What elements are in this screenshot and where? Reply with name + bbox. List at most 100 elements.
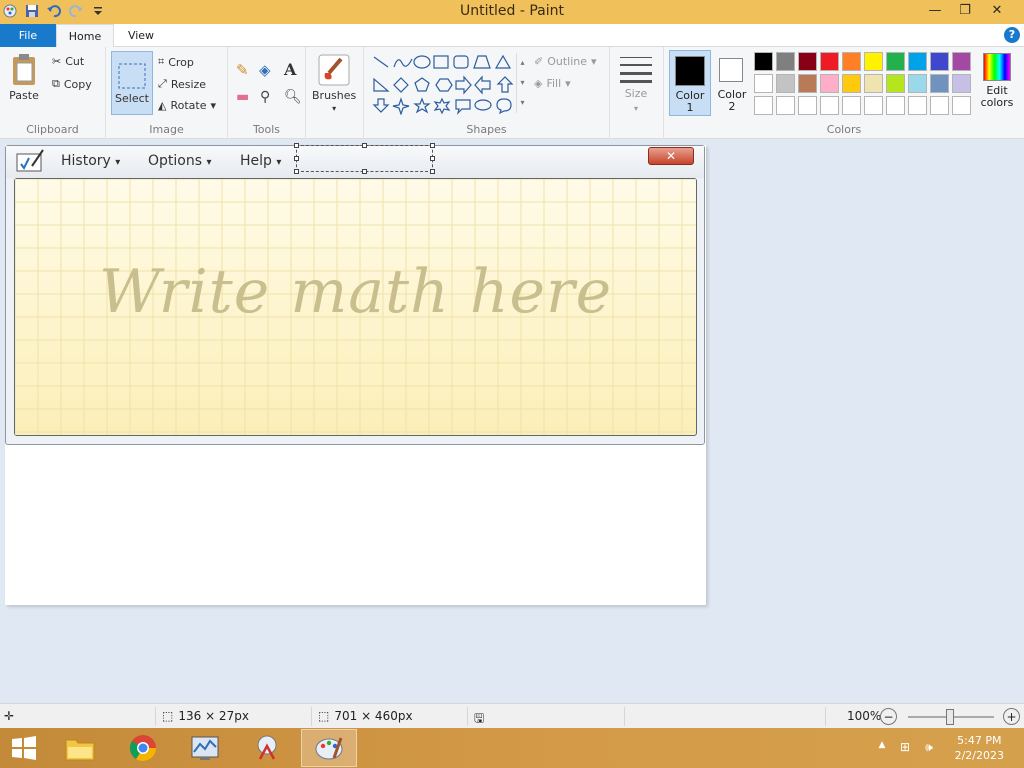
selection-handle[interactable]: [430, 143, 435, 148]
zoom-in-button[interactable]: +: [1003, 708, 1020, 725]
tab-view[interactable]: View: [114, 24, 168, 47]
selection-handle[interactable]: [294, 143, 299, 148]
palette-swatch[interactable]: [754, 74, 773, 93]
snipping-tool-taskbar[interactable]: [239, 729, 295, 767]
crop-label: Crop: [168, 55, 194, 69]
palette-swatch[interactable]: [908, 52, 927, 71]
palette-swatch[interactable]: [842, 74, 861, 93]
help-icon[interactable]: ?: [1004, 27, 1020, 43]
resource-monitor-taskbar[interactable]: [177, 729, 233, 767]
volume-icon[interactable]: 🕪︎: [921, 740, 937, 756]
palette-swatch[interactable]: [842, 52, 861, 71]
palette-swatch[interactable]: [820, 52, 839, 71]
color-picker-icon[interactable]: ⚲: [260, 89, 270, 105]
selection-handle[interactable]: [294, 169, 299, 174]
text-tool-icon[interactable]: A: [284, 60, 296, 79]
network-icon[interactable]: ⊞: [897, 740, 913, 756]
palette-swatch[interactable]: [952, 52, 971, 71]
start-button[interactable]: [0, 729, 48, 767]
copy-button[interactable]: ⧉ Copy: [52, 77, 92, 91]
rotate-button[interactable]: ◭ Rotate ▾: [158, 99, 216, 112]
color1-button[interactable]: Color 1: [669, 50, 711, 116]
selection-handle[interactable]: [362, 169, 367, 174]
cut-button[interactable]: ✂ Cut: [52, 55, 84, 68]
palette-swatch[interactable]: [842, 96, 861, 115]
palette-swatch[interactable]: [952, 74, 971, 93]
palette-swatch[interactable]: [908, 96, 927, 115]
palette-swatch[interactable]: [754, 52, 773, 71]
selection-handle[interactable]: [294, 156, 299, 161]
palette-swatch[interactable]: [886, 52, 905, 71]
clock[interactable]: 5:47 PM 2/2/2023: [955, 733, 1004, 763]
math-writing-area[interactable]: Write math here: [14, 178, 697, 436]
fill-icon: ◈: [534, 77, 543, 90]
tab-file[interactable]: File: [0, 24, 56, 47]
select-button[interactable]: Select: [111, 51, 153, 115]
palette-swatch[interactable]: [930, 96, 949, 115]
palette-swatch[interactable]: [798, 74, 817, 93]
brushes-button[interactable]: Brushes ▾: [312, 53, 356, 113]
palette-swatch[interactable]: [864, 52, 883, 71]
tab-home[interactable]: Home: [56, 24, 114, 47]
shapes-gallery[interactable]: [372, 53, 522, 115]
paint-taskbar[interactable]: [301, 729, 357, 767]
pencil-icon[interactable]: ✎: [236, 61, 249, 79]
zoom-slider-thumb[interactable]: [946, 709, 954, 725]
chrome-taskbar[interactable]: [115, 729, 171, 767]
palette-swatch[interactable]: [776, 96, 795, 115]
palette-swatch[interactable]: [798, 52, 817, 71]
palette-swatch[interactable]: [776, 74, 795, 93]
fill-button[interactable]: ◈ Fill ▾: [534, 77, 571, 90]
canvas-size-icon: ⬚: [318, 709, 330, 723]
math-panel-close-button[interactable]: ✕: [648, 147, 694, 165]
palette-swatch[interactable]: [864, 96, 883, 115]
palette-swatch[interactable]: [930, 52, 949, 71]
math-panel-icon: [15, 148, 45, 177]
palette-swatch[interactable]: [864, 74, 883, 93]
edit-colors-button[interactable]: Edit colors: [976, 53, 1018, 113]
help-menu[interactable]: Help ▾: [240, 153, 281, 169]
eraser-icon[interactable]: ▬: [236, 89, 249, 105]
shapes-scroll[interactable]: ▴ ▾ ▾: [516, 53, 528, 113]
color2-button[interactable]: Color 2: [714, 50, 750, 116]
options-menu[interactable]: Options ▾: [148, 153, 212, 169]
palette-swatch[interactable]: [952, 96, 971, 115]
selection-handle[interactable]: [430, 169, 435, 174]
show-hidden-icons-icon[interactable]: ▲: [874, 740, 890, 756]
magnifier-icon[interactable]: 🔍︎: [284, 89, 302, 105]
minimize-button[interactable]: —: [920, 0, 950, 22]
selection-marquee[interactable]: [294, 143, 435, 174]
restore-button[interactable]: ❐: [950, 0, 980, 22]
outline-button[interactable]: ✐ Outline ▾: [534, 55, 597, 68]
paste-button[interactable]: Paste: [8, 53, 40, 102]
palette-swatch[interactable]: [776, 52, 795, 71]
palette-swatch[interactable]: [886, 96, 905, 115]
palette-swatch[interactable]: [886, 74, 905, 93]
group-colors: Color 1 Color 2 Edit colors Colors: [664, 47, 1024, 139]
chevron-down-icon: ▾: [591, 55, 597, 68]
fill-bucket-icon[interactable]: ◈: [259, 61, 271, 79]
palette-swatch[interactable]: [908, 74, 927, 93]
select-label: Select: [115, 91, 149, 105]
palette-swatch[interactable]: [820, 96, 839, 115]
resize-button[interactable]: ⤢ Resize: [158, 77, 206, 91]
palette-swatch[interactable]: [930, 74, 949, 93]
history-menu[interactable]: History ▾: [61, 153, 120, 169]
file-explorer-taskbar[interactable]: [52, 729, 108, 767]
palette-swatch[interactable]: [820, 74, 839, 93]
size-button[interactable]: Size ▾: [620, 55, 652, 113]
zoom-out-button[interactable]: −: [880, 708, 897, 725]
chevron-down-icon: ▾: [276, 157, 282, 168]
zoom-slider[interactable]: [908, 709, 994, 725]
ribbon: Paste ✂ Cut ⧉ Copy Clipboard Select ⌗ Crop …: [0, 47, 1024, 139]
crop-button[interactable]: ⌗ Crop: [158, 55, 194, 69]
selection-handle[interactable]: [430, 156, 435, 161]
performance-monitor-icon: [191, 736, 219, 760]
palette-swatch[interactable]: [754, 96, 773, 115]
fill-label: Fill: [546, 77, 562, 90]
palette-swatch[interactable]: [798, 96, 817, 115]
selection-handle[interactable]: [362, 143, 367, 148]
close-window-button[interactable]: ✕: [982, 0, 1012, 22]
selection-size: ⬚ 136 × 27px: [162, 709, 249, 723]
chevron-down-icon: ▾: [332, 104, 337, 113]
